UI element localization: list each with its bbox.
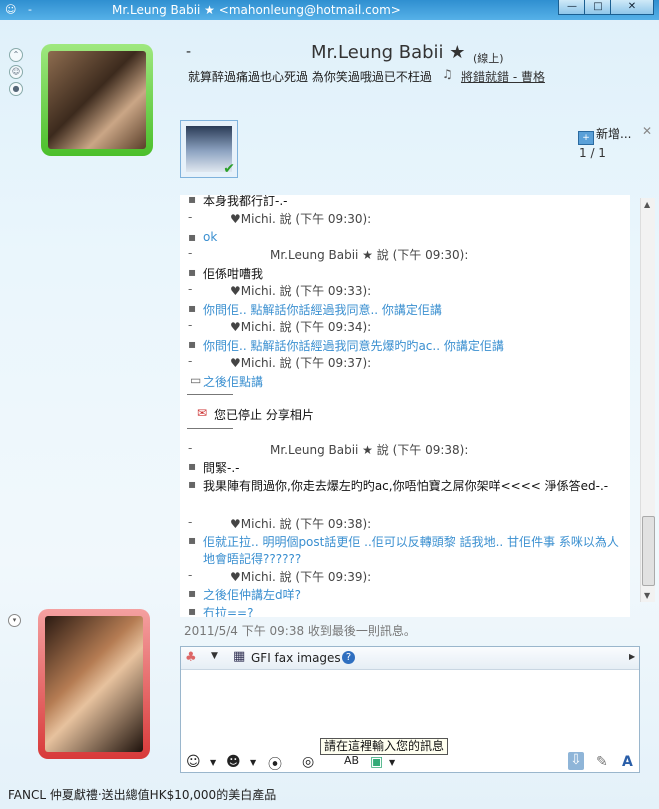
chevron-down-icon[interactable]: ▼: [389, 758, 395, 767]
contact-avatar[interactable]: [41, 44, 153, 156]
photo-page-count: 1 / 1: [579, 146, 606, 160]
now-playing-link[interactable]: 將錯就錯 - 曹格: [461, 68, 545, 85]
chevron-down-icon[interactable]: ▼: [211, 651, 218, 661]
scroll-up-icon[interactable]: ▲: [644, 200, 650, 209]
side-icon-group: ⌃ ☺ ●: [9, 48, 23, 99]
add-photo-label: 新增...: [596, 127, 632, 141]
add-photo-icon: +: [578, 131, 594, 145]
music-note-icon: ♫: [442, 67, 453, 81]
my-avatar[interactable]: [38, 609, 150, 759]
wink-icon[interactable]: ☻: [226, 754, 241, 770]
checkmark-icon: ✔: [223, 161, 235, 177]
chevron-up-icon[interactable]: ⌃: [9, 48, 23, 62]
grid-icon[interactable]: ▦: [233, 649, 245, 664]
scroll-thumb[interactable]: [642, 516, 655, 586]
input-toolbar: ♣ ▼ ▦ GFI fax images ? ▶: [181, 647, 639, 670]
contact-status: (線上): [473, 52, 504, 65]
divider: [187, 428, 233, 429]
font-icon[interactable]: AB: [344, 754, 359, 767]
webcam-icon[interactable]: ●: [9, 82, 23, 96]
close-button[interactable]: ✕: [610, 0, 654, 15]
handwriting-icon[interactable]: ✎: [596, 754, 608, 770]
personal-message: 就算醉過痛過也心死過 為你笑過哦過已不枉過: [188, 70, 432, 84]
help-icon[interactable]: ?: [342, 651, 355, 664]
close-sharing-icon[interactable]: ✕: [642, 124, 652, 138]
ad-banner[interactable]: FANCL 仲夏獻禮‧送出總值HK$10,000的美白產品: [8, 786, 276, 803]
chat-scrollbar[interactable]: ▲ ▼: [640, 198, 655, 602]
contact-photo: [48, 51, 146, 149]
emoticon-icon[interactable]: ☺: [186, 754, 201, 770]
my-photo: [45, 616, 143, 752]
contact-name: Mr.Leung Babii ★: [311, 42, 466, 63]
envelope-icon: ✉: [197, 406, 208, 420]
divider: [187, 394, 233, 395]
formatting-toolbar: ☺ ▼ ☻ ▼ ⦿ ◎ AB ▣ ▼ ⇩ ✎ A: [182, 752, 638, 774]
add-photo-button[interactable]: + 新增...: [578, 125, 631, 145]
send-icon[interactable]: ⇩: [568, 752, 584, 770]
background-icon[interactable]: ▣: [370, 754, 383, 770]
title-bar: ☺ - Mr.Leung Babii ★ <mahonleung@hotmail…: [0, 0, 659, 20]
last-message-timestamp: 2011/5/4 下午 09:38 收到最後一則訊息。: [184, 624, 416, 638]
chevron-right-icon[interactable]: ▶: [629, 652, 635, 661]
contact-card-icon[interactable]: ☺: [9, 65, 23, 79]
nudge-icon[interactable]: ⦿: [268, 754, 282, 774]
chevron-down-icon[interactable]: ▼: [210, 758, 216, 767]
window-title: Mr.Leung Babii ★ <mahonleung@hotmail.com…: [112, 3, 401, 17]
minimize-button[interactable]: —: [558, 0, 586, 15]
voice-clip-icon[interactable]: ◎: [302, 754, 314, 770]
collapse-icon[interactable]: ▾: [8, 614, 21, 627]
shared-photo-thumbnail[interactable]: ✔: [180, 120, 238, 178]
messenger-icon[interactable]: ☺: [5, 3, 16, 16]
chevron-down-icon[interactable]: ▼: [250, 758, 256, 767]
fax-images-label[interactable]: GFI fax images: [251, 651, 341, 665]
maximize-button[interactable]: □: [584, 0, 612, 15]
theme-icon[interactable]: ♣: [185, 650, 197, 665]
scroll-down-icon[interactable]: ▼: [644, 591, 650, 600]
conversation-history[interactable]: ▪ 本身我都行訂-.- - ♥Michi. 說 (下午 09:30): ▪ ok -M…: [180, 195, 630, 617]
text-format-icon[interactable]: A: [622, 754, 633, 770]
title-dash: -: [28, 3, 32, 16]
contact-dash: -: [186, 44, 192, 60]
